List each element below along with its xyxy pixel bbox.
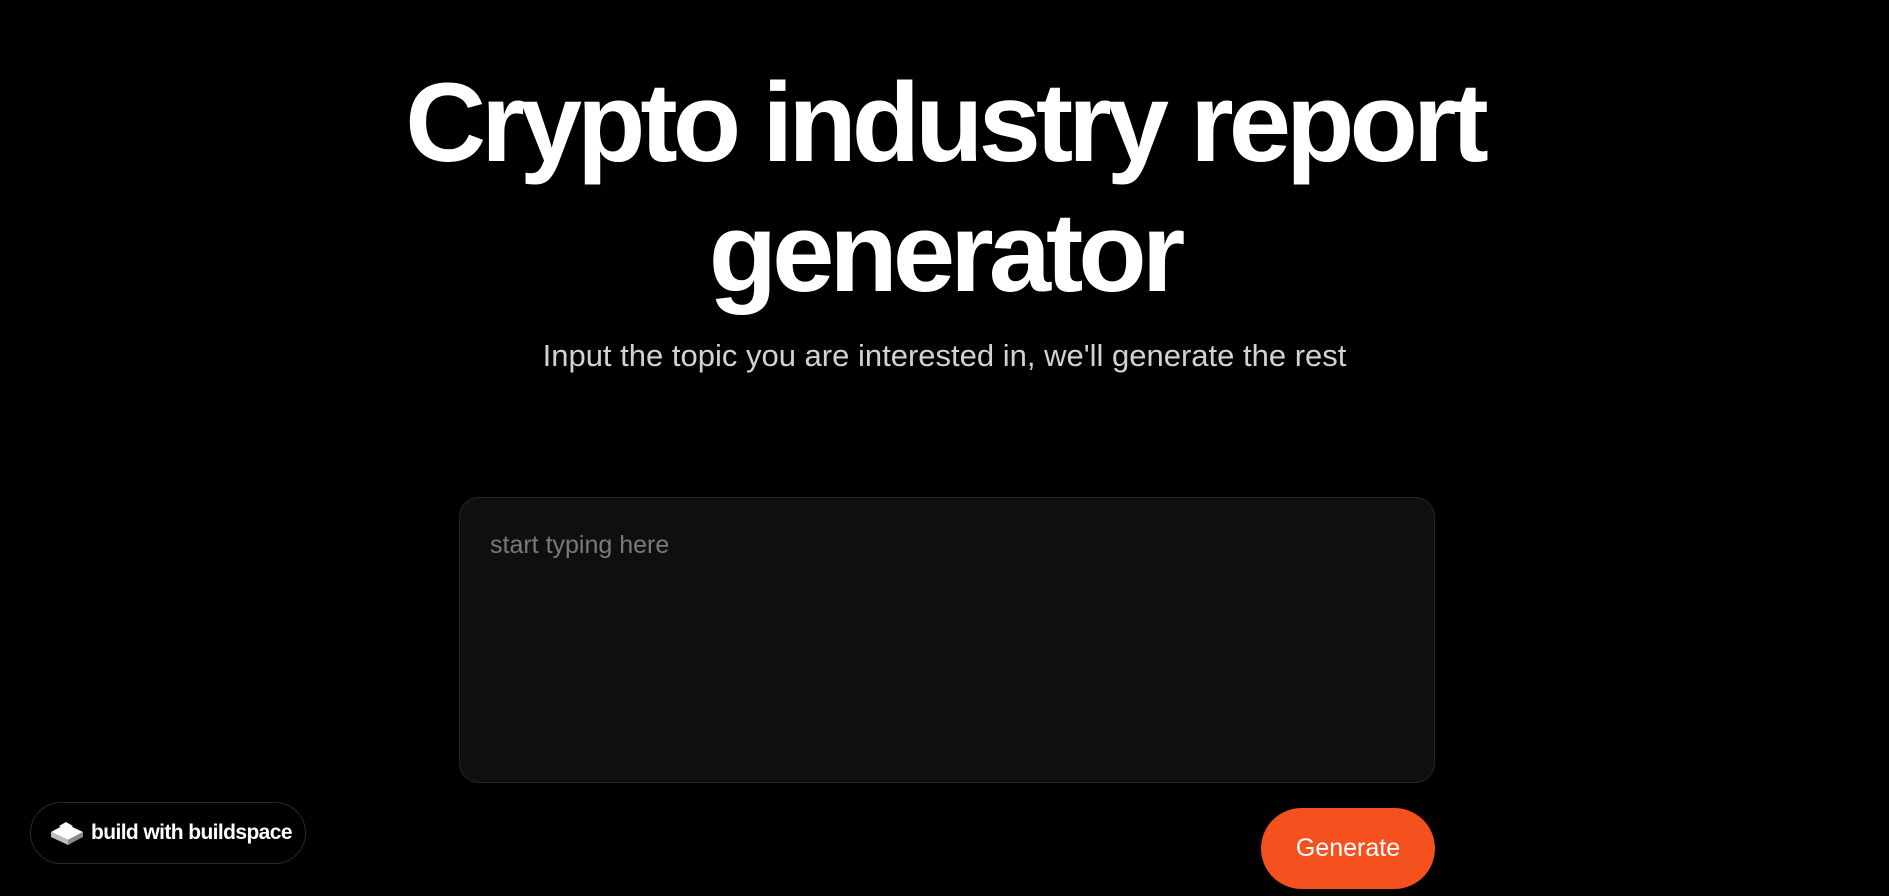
generate-button-label: Generate xyxy=(1295,834,1401,862)
page-title: Crypto industry report generator xyxy=(0,58,1889,318)
page-subtitle: Input the topic you are interested in, w… xyxy=(542,338,1347,373)
page-title-line-1: Crypto industry report xyxy=(405,60,1489,185)
page-title-line-2: generator xyxy=(708,190,1186,315)
generate-button[interactable]: Generate xyxy=(1261,808,1435,889)
page: Crypto industry report generator Input t… xyxy=(0,0,1889,896)
topic-input[interactable] xyxy=(459,497,1435,783)
buildspace-badge-label: build with buildspace xyxy=(91,821,293,844)
buildspace-badge[interactable]: build with buildspace xyxy=(30,802,306,864)
buildspace-logo-icon xyxy=(49,818,85,848)
